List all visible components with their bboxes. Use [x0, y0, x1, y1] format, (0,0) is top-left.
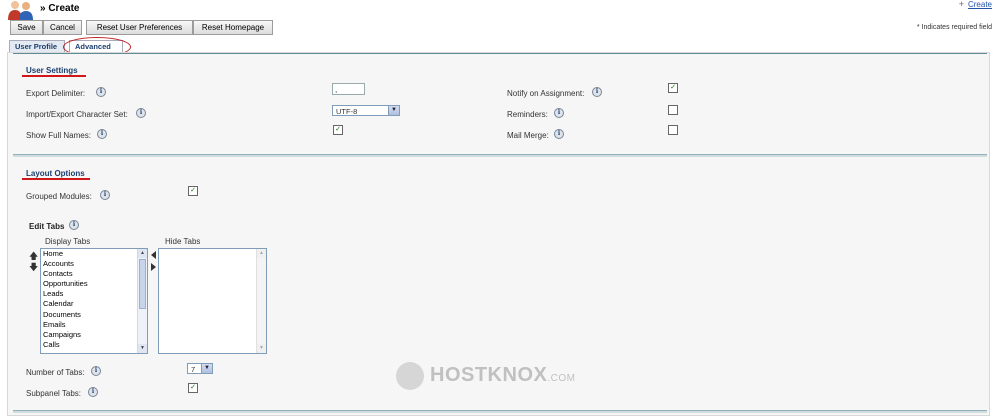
subpanel-tabs-checkbox[interactable]: ✓	[188, 383, 198, 393]
info-icon[interactable]: i	[554, 108, 564, 118]
display-tabs-label: Display Tabs	[45, 237, 91, 246]
export-delimiter-label: Export Delimiter:	[26, 89, 86, 98]
move-left-icon[interactable]	[151, 251, 156, 259]
watermark-brand: HOSTKNOX	[430, 364, 548, 386]
subpanel-tabs-label: Subpanel Tabs:	[26, 389, 82, 398]
scroll-up-icon[interactable]: ▲	[257, 249, 266, 258]
info-icon[interactable]: i	[97, 129, 107, 139]
layout-options-title: Layout Options	[26, 169, 85, 178]
watermark-suffix: .COM	[547, 373, 576, 384]
chevron-down-icon: ▼	[388, 106, 399, 115]
create-plus-icon[interactable]: +	[959, 0, 964, 9]
section-divider	[13, 154, 987, 157]
info-icon[interactable]: i	[69, 220, 79, 230]
show-full-names-checkbox[interactable]: ✓	[333, 125, 343, 135]
info-icon[interactable]: i	[136, 108, 146, 118]
hide-tabs-label: Hide Tabs	[165, 237, 201, 246]
number-of-tabs-select[interactable]: 7 ▼	[187, 363, 213, 374]
list-item[interactable]: Leads	[41, 289, 147, 299]
scroll-up-icon[interactable]: ▲	[138, 249, 147, 258]
scrollbar[interactable]: ▲ ▼	[256, 249, 266, 353]
cancel-button[interactable]: Cancel	[43, 20, 82, 35]
charset-select[interactable]: UTF-8 ▼	[332, 105, 400, 116]
create-link[interactable]: Create	[968, 0, 992, 9]
reminders-checkbox[interactable]	[668, 105, 678, 115]
list-item[interactable]: Campaigns	[41, 330, 147, 340]
users-icon	[7, 0, 35, 20]
list-item[interactable]: Documents	[41, 310, 147, 320]
charset-label: Import/Export Character Set:	[26, 110, 128, 119]
panel-top-rule	[13, 53, 987, 54]
section-underline	[22, 75, 86, 77]
reset-homepage-button[interactable]: Reset Homepage	[193, 20, 273, 35]
list-item[interactable]: Calendar	[41, 299, 147, 309]
save-button[interactable]: Save	[10, 20, 43, 35]
user-settings-title: User Settings	[26, 66, 78, 75]
number-of-tabs-value: 7	[191, 365, 196, 374]
list-item[interactable]: Contacts	[41, 269, 147, 279]
display-tabs-items: Home Accounts Contacts Opportunities Leads Ca…	[41, 249, 147, 350]
mail-merge-checkbox[interactable]	[668, 125, 678, 135]
edit-tabs-label: Edit Tabs	[29, 222, 65, 231]
chevron-down-icon: ▼	[201, 364, 212, 373]
reminders-label: Reminders:	[507, 110, 548, 119]
number-of-tabs-label: Number of Tabs:	[26, 368, 85, 377]
mail-merge-label: Mail Merge:	[507, 131, 549, 140]
grouped-modules-label: Grouped Modules:	[26, 192, 92, 201]
list-item[interactable]: Accounts	[41, 259, 147, 269]
grouped-modules-checkbox[interactable]: ✓	[188, 186, 198, 196]
info-icon[interactable]: i	[592, 87, 602, 97]
section-divider	[13, 410, 987, 413]
export-delimiter-input[interactable]: ,	[332, 83, 365, 95]
show-full-names-label: Show Full Names:	[26, 131, 91, 140]
info-icon[interactable]: i	[91, 366, 101, 376]
watermark-logo	[396, 362, 424, 390]
notify-on-assignment-checkbox[interactable]: ✓	[668, 83, 678, 93]
info-icon[interactable]: i	[96, 87, 106, 97]
move-right-icon[interactable]	[151, 263, 156, 271]
reset-user-preferences-button[interactable]: Reset User Preferences	[86, 20, 193, 35]
display-tabs-list[interactable]: Home Accounts Contacts Opportunities Leads Ca…	[40, 248, 148, 354]
list-item[interactable]: Calls	[41, 340, 147, 350]
charset-value: UTF-8	[336, 107, 358, 116]
notify-on-assignment-label: Notify on Assignment:	[507, 89, 585, 98]
move-down-icon[interactable]: 🡇	[29, 260, 38, 276]
scroll-down-icon[interactable]: ▼	[257, 344, 266, 353]
hide-tabs-list[interactable]: ▲ ▼	[158, 248, 267, 354]
list-item[interactable]: Home	[41, 249, 147, 259]
page-title: » Create	[40, 3, 80, 14]
watermark-text: HOSTKNOX.COM	[430, 364, 575, 387]
list-item[interactable]: Emails	[41, 320, 147, 330]
required-field-note: * Indicates required field	[916, 24, 992, 31]
scroll-thumb[interactable]	[139, 259, 146, 309]
scrollbar[interactable]: ▲ ▼	[137, 249, 147, 353]
info-icon[interactable]: i	[88, 387, 98, 397]
scroll-down-icon[interactable]: ▼	[138, 344, 147, 353]
info-icon[interactable]: i	[554, 129, 564, 139]
info-icon[interactable]: i	[100, 190, 110, 200]
section-underline	[22, 178, 90, 180]
list-item[interactable]: Opportunities	[41, 279, 147, 289]
settings-panel	[7, 52, 990, 416]
